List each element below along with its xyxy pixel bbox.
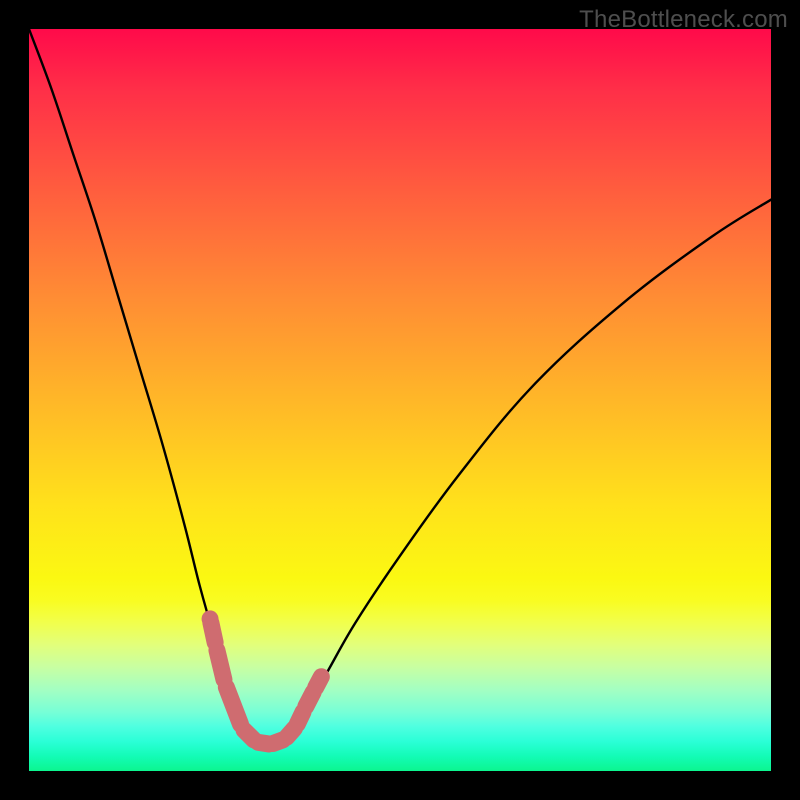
watermark-text: TheBottleneck.com (579, 6, 788, 34)
plot-area (29, 29, 771, 771)
highlight-markers (29, 29, 771, 771)
chart-frame: TheBottleneck.com (0, 0, 800, 800)
